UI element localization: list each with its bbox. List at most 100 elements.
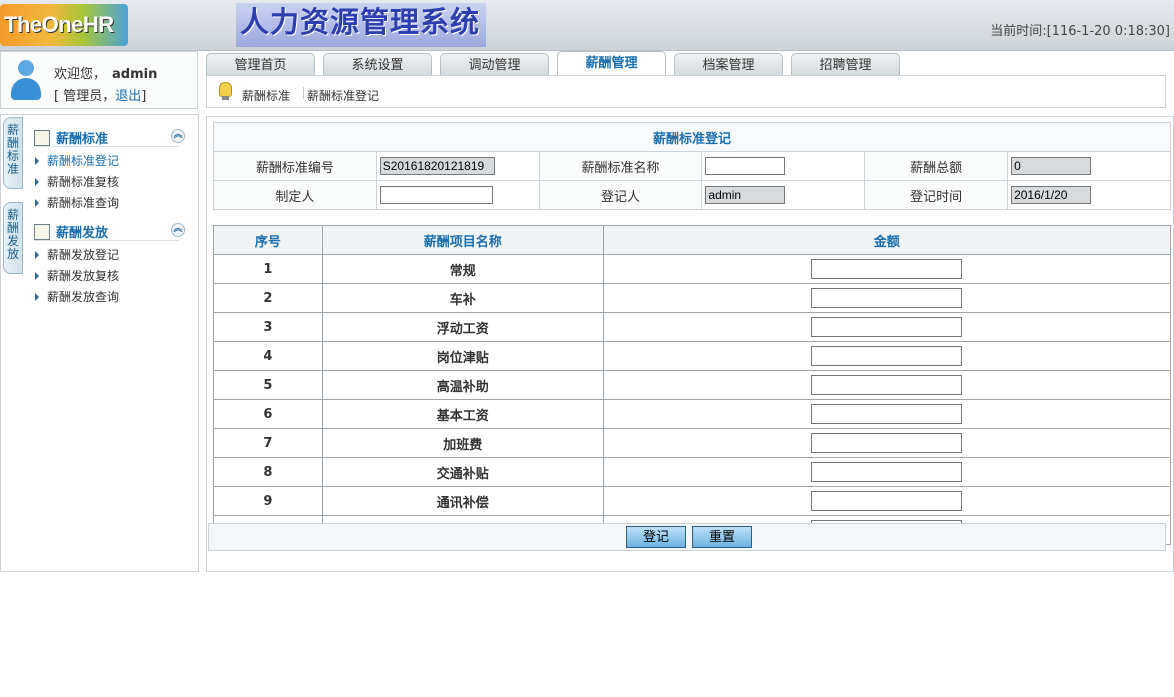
amount-cell: [602, 254, 1172, 284]
item-name: 通讯补偿: [321, 486, 604, 516]
current-time: 当前时间:[116-1-20 0:18:30]: [990, 24, 1170, 39]
standard-name-field[interactable]: [705, 157, 786, 175]
item-name: 高温补助: [321, 370, 604, 400]
logout-link[interactable]: 退出: [115, 89, 141, 104]
user-avatar-icon: [9, 60, 43, 102]
nav-salary-payment-query[interactable]: 薪酬发放查询: [35, 288, 119, 305]
amount-cell: [602, 283, 1172, 313]
column-header-no: 序号: [213, 225, 323, 255]
item-name: 常规: [321, 254, 604, 284]
tab-system-settings[interactable]: 系统设置: [323, 53, 432, 77]
salary-items-table: 序号 薪酬项目名称 金额 1 常规 2 车补 3 浮动工资 4 岗位津贴 5 高温补助 6 基本工资 7…: [213, 225, 1172, 545]
nav-salary-standard-register[interactable]: 薪酬标准登记: [35, 152, 119, 169]
breadcrumb-item[interactable]: 薪酬标准: [242, 87, 290, 104]
row-number: 1: [213, 254, 323, 284]
amount-cell: [602, 341, 1172, 371]
register-button[interactable]: 登记: [626, 526, 686, 548]
amount-cell: [602, 486, 1172, 516]
table-row: 5 高温补助: [213, 370, 1172, 400]
row-number: 5: [213, 370, 323, 400]
table-row: 2 车补: [213, 283, 1172, 313]
collapse-icon[interactable]: ︽: [171, 223, 185, 237]
amount-cell: [602, 399, 1172, 429]
amount-input[interactable]: [811, 288, 963, 308]
table-row: 3 浮动工资: [213, 312, 1172, 342]
label-register-time: 登记时间: [864, 180, 1009, 210]
tab-salary[interactable]: 薪酬管理: [557, 51, 666, 77]
row-number: 9: [213, 486, 323, 516]
main-tabs: 管理首页 系统设置 调动管理 薪酬管理 档案管理 招聘管理: [206, 51, 1174, 77]
item-name: 加班费: [321, 428, 604, 458]
main-content: 薪酬标准登记 薪酬标准编号 薪酬标准名称 薪酬总额 制定人 登记人 登记时间 序…: [206, 116, 1174, 572]
row-number: 2: [213, 283, 323, 313]
item-name: 交通补贴: [321, 457, 604, 487]
item-name: 车补: [321, 283, 604, 313]
nav-salary-payment-review[interactable]: 薪酬发放复核: [35, 267, 119, 284]
registrar-field[interactable]: [705, 186, 786, 204]
row-number: 3: [213, 312, 323, 342]
amount-cell: [602, 312, 1172, 342]
column-header-amount: 金额: [602, 225, 1172, 255]
form-title: 薪酬标准登记: [213, 122, 1171, 152]
amount-cell: [602, 370, 1172, 400]
app-header: TheOneHR 人力资源管理系统 当前时间:[116-1-20 0:18:30…: [0, 0, 1174, 51]
amount-input[interactable]: [811, 404, 963, 424]
tab-home[interactable]: 管理首页: [206, 53, 315, 77]
left-sidebar: 薪酬标准 薪酬发放 薪酬标准 ︽ 薪酬标准登记 薪酬标准复核 薪酬标准查询 薪酬…: [0, 114, 199, 572]
nav-salary-payment-register[interactable]: 薪酬发放登记: [35, 246, 119, 263]
tab-recruitment[interactable]: 招聘管理: [791, 53, 900, 77]
register-time-field[interactable]: [1011, 186, 1092, 204]
amount-input[interactable]: [811, 433, 963, 453]
lightbulb-icon: [219, 82, 232, 100]
vtab-salary-standard[interactable]: 薪酬标准: [3, 117, 23, 189]
row-number: 4: [213, 341, 323, 371]
total-field[interactable]: [1011, 157, 1092, 175]
user-role: [ 管理员，退出]: [54, 89, 147, 104]
app-logo: TheOneHR: [0, 4, 128, 46]
table-row: 4 岗位津贴: [213, 341, 1172, 371]
label-standard-code: 薪酬标准编号: [213, 151, 377, 181]
arrow-right-icon: [35, 272, 39, 280]
amount-input[interactable]: [811, 491, 963, 511]
item-name: 基本工资: [321, 399, 604, 429]
breadcrumb-current: 薪酬标准登记: [307, 89, 380, 103]
collapse-icon[interactable]: ︽: [171, 129, 185, 143]
system-title-banner: 人力资源管理系统: [236, 3, 486, 47]
tab-transfer[interactable]: 调动管理: [440, 53, 549, 77]
amount-cell: [602, 457, 1172, 487]
maker-field[interactable]: [379, 186, 493, 204]
amount-input[interactable]: [811, 462, 963, 482]
section-salary-standard[interactable]: 薪酬标准 ︽: [34, 128, 185, 147]
item-name: 浮动工资: [321, 312, 604, 342]
breadcrumb-divider: [303, 87, 304, 99]
nav-salary-standard-review[interactable]: 薪酬标准复核: [35, 173, 119, 190]
section-salary-payment[interactable]: 薪酬发放 ︽: [34, 222, 185, 241]
button-bar: 登记 重置: [208, 523, 1166, 551]
breadcrumb: 薪酬标准 薪酬标准登记: [206, 75, 1166, 108]
arrow-right-icon: [35, 157, 39, 165]
vtab-salary-payment[interactable]: 薪酬发放: [3, 202, 23, 274]
amount-input[interactable]: [811, 317, 963, 337]
notepad-icon: [34, 223, 50, 240]
row-number: 6: [213, 399, 323, 429]
amount-input[interactable]: [811, 346, 963, 366]
standard-code-field[interactable]: [379, 157, 495, 175]
table-row: 6 基本工资: [213, 399, 1172, 429]
label-registrar: 登记人: [538, 180, 703, 210]
arrow-right-icon: [35, 199, 39, 207]
label-total: 薪酬总额: [864, 151, 1009, 181]
table-row: 9 通讯补偿: [213, 486, 1172, 516]
row-number: 8: [213, 457, 323, 487]
reset-button[interactable]: 重置: [692, 526, 752, 548]
arrow-right-icon: [35, 251, 39, 259]
table-row: 7 加班费: [213, 428, 1172, 458]
arrow-right-icon: [35, 178, 39, 186]
label-maker: 制定人: [213, 180, 377, 210]
amount-input[interactable]: [811, 259, 963, 279]
label-standard-name: 薪酬标准名称: [538, 151, 703, 181]
amount-input[interactable]: [811, 375, 963, 395]
tab-archives[interactable]: 档案管理: [674, 53, 783, 77]
user-panel: 欢迎您， admin [ 管理员，退出]: [0, 51, 198, 109]
user-name: admin: [112, 67, 158, 82]
nav-salary-standard-query[interactable]: 薪酬标准查询: [35, 194, 119, 211]
